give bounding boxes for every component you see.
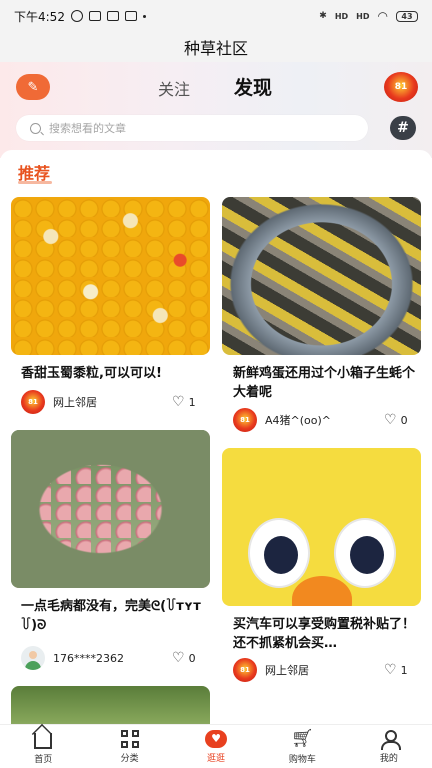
feed-content: 推荐 香甜玉蜀黍粒,可以可以! 81 网上邻居 ♡ 1 新鲜鸡蛋还用过个小箱子生… (0, 150, 432, 724)
post-title[interactable]: 香甜玉蜀黍粒,可以可以! (21, 364, 211, 383)
post-image-eggs[interactable] (222, 197, 421, 355)
page-title: 种草社区 (183, 39, 248, 58)
author-name: 176****2362 (53, 651, 124, 665)
like-count: 1 (400, 663, 408, 677)
signal-icon: HD (334, 11, 349, 21)
post-author[interactable]: 81 网上邻居 (21, 390, 97, 414)
user-icon (380, 729, 401, 750)
post-title[interactable]: 买汽车可以享受购置税补贴了！还不抓紧机会买… (233, 615, 419, 653)
post-image-grapes[interactable] (11, 430, 210, 588)
nav-home-label: 首页 (34, 754, 53, 765)
author-avatar: 81 (233, 408, 257, 432)
more-notifications-icon (142, 14, 146, 18)
tab-follow[interactable]: 关注 (158, 76, 190, 100)
heart-icon: ♡ (172, 394, 185, 410)
cart-icon: 🛒︎ (290, 728, 314, 749)
pencil-icon: ✎ (27, 79, 39, 95)
nav-browse-label: 逛逛 (207, 753, 226, 764)
browse-chat-icon: ♥ (205, 729, 228, 748)
nav-mine-label: 我的 (379, 753, 398, 764)
tab-discover[interactable]: 发现 (234, 73, 272, 100)
toy-pupil (264, 536, 298, 574)
like-count: 1 (188, 395, 196, 409)
author-avatar: 81 (21, 390, 45, 414)
heart-icon: ♡ (384, 662, 397, 678)
author-name: 网上邻居 (265, 664, 309, 677)
alarm-icon (70, 10, 83, 22)
like-button[interactable]: ♡ 1 (384, 663, 408, 677)
author-avatar: 81 (233, 658, 257, 682)
topic-hashtag-button[interactable]: # (390, 116, 416, 140)
nav-cart-label: 购物车 (288, 755, 316, 765)
home-icon (34, 732, 53, 749)
nav-category-label: 分类 (120, 753, 139, 764)
image-shade (11, 430, 210, 588)
community-header: ✎ 关注 发现 81 搜索想看的文章 # (0, 62, 432, 158)
post-author[interactable]: 81 A4猪^(oo)^ (233, 408, 331, 432)
status-bar: 下午4:52 ✱ HD HD ◠ 43 (0, 0, 432, 32)
like-button[interactable]: ♡ 0 (384, 413, 408, 427)
post-author[interactable]: 81 网上邻居 (233, 658, 309, 682)
nav-category[interactable]: 分类 (86, 725, 172, 768)
like-button[interactable]: ♡ 0 (172, 651, 196, 665)
toy-pupil (350, 536, 384, 574)
app-notification-icon-3 (124, 11, 137, 21)
nav-mine[interactable]: 我的 (346, 725, 432, 768)
app-notification-icon (88, 11, 101, 21)
like-count: 0 (188, 651, 196, 665)
status-right: ✱ HD HD ◠ 43 (319, 9, 418, 23)
bluetooth-icon: ✱ (319, 11, 327, 21)
edit-post-button[interactable]: ✎ (16, 74, 50, 100)
post-image-toy[interactable] (222, 448, 421, 606)
avatar-badge-text: 81 (394, 82, 408, 92)
search-placeholder: 搜索想看的文章 (49, 122, 126, 135)
signal-icon-2: HD (356, 11, 370, 21)
author-name: A4猪^(oo)^ (265, 414, 331, 427)
heart-icon: ♡ (384, 412, 397, 428)
status-time: 下午4:52 (14, 9, 65, 24)
nav-home[interactable]: 首页 (0, 725, 86, 768)
section-underline (18, 181, 52, 184)
wifi-icon: ◠ (377, 9, 388, 23)
toy-eye-right (334, 518, 396, 588)
like-count: 0 (400, 413, 408, 427)
hashtag-icon: # (397, 120, 409, 136)
category-grid-icon (120, 729, 139, 748)
search-input[interactable]: 搜索想看的文章 (16, 115, 368, 141)
toy-beak (292, 576, 352, 606)
post-author[interactable]: 176****2362 (21, 646, 124, 670)
toy-eye-left (248, 518, 310, 588)
heart-icon: ♡ (172, 650, 185, 666)
battery-icon: 43 (396, 10, 418, 22)
author-avatar (21, 646, 45, 670)
like-button[interactable]: ♡ 1 (172, 395, 196, 409)
search-icon (30, 122, 41, 134)
nav-cart[interactable]: 🛒︎ 购物车 (259, 725, 345, 768)
post-title[interactable]: 一点毛病都没有，完美ᘓ(꒦ᴛʏᴛ꒦)ᘐ (21, 597, 211, 635)
status-left: 下午4:52 (14, 8, 146, 25)
author-name: 网上邻居 (53, 396, 97, 409)
post-image-plant[interactable] (11, 686, 210, 724)
app-title-bar: 种草社区 (0, 32, 432, 62)
post-image-corn[interactable] (11, 197, 210, 355)
nav-browse[interactable]: ♥ 逛逛 (173, 725, 259, 768)
app-notification-icon-2 (106, 11, 119, 21)
post-title[interactable]: 新鲜鸡蛋还用过个小箱子生蚝个大着呢 (233, 364, 419, 402)
user-avatar[interactable]: 81 (384, 72, 418, 102)
bottom-nav: 首页 分类 ♥ 逛逛 🛒︎ 购物车 我的 (0, 724, 432, 768)
